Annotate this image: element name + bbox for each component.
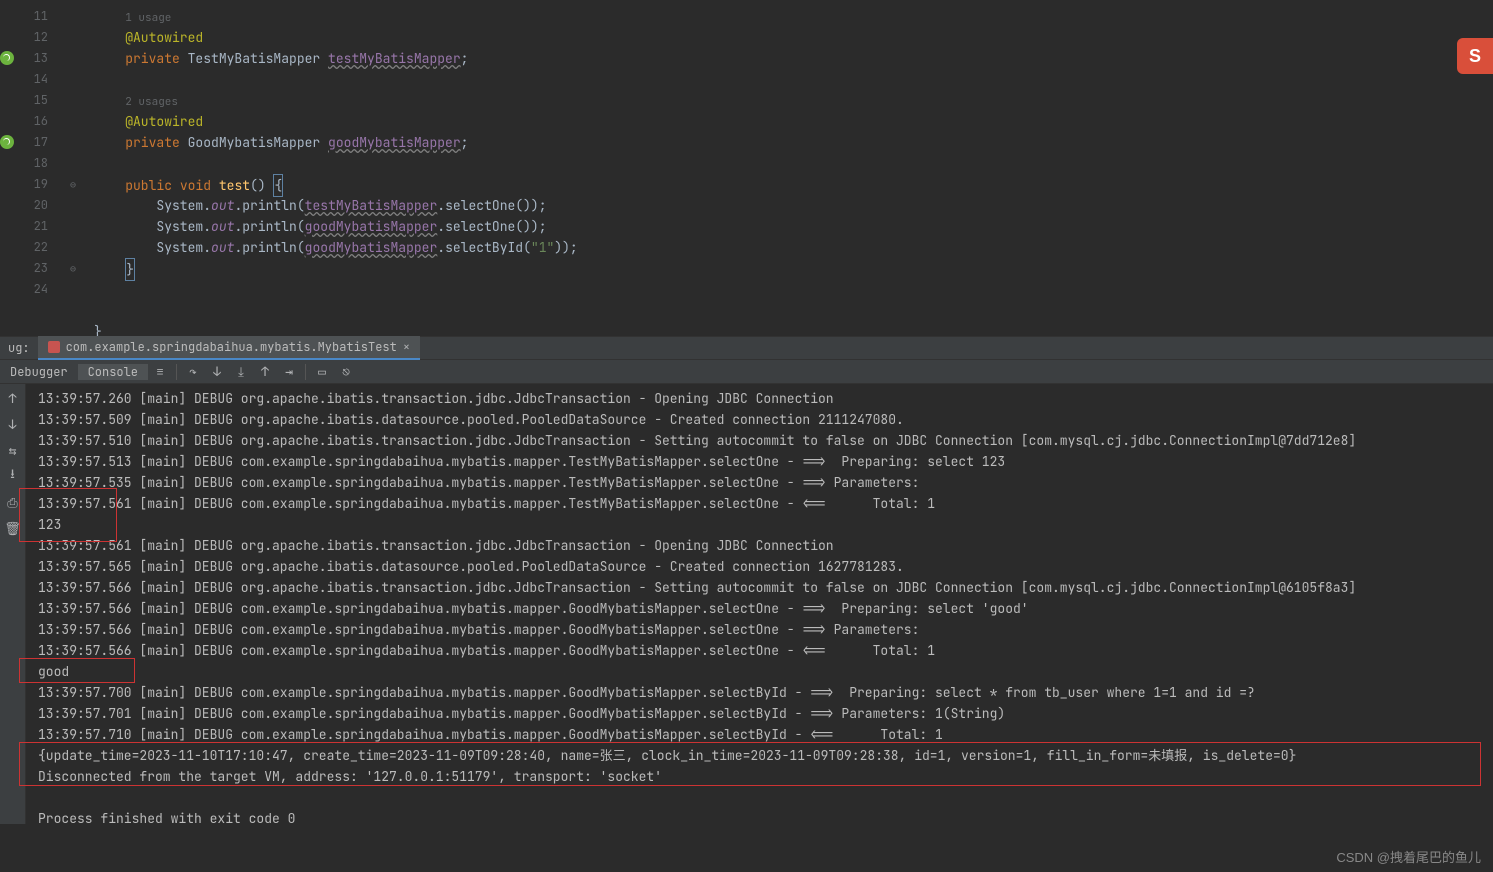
console-panel: ↑ ↓ ⇆ ⭳ ⎙ 🗑 13:39:57.260 [main] DEBUG or…: [0, 384, 1493, 824]
code-editor[interactable]: 1112131415161718192021222324 ⊖⊖ 1 usage …: [0, 0, 1493, 336]
threads-icon[interactable]: ≡: [152, 364, 168, 380]
csdn-badge-icon: S: [1457, 38, 1493, 74]
gutter-icons: [0, 0, 18, 336]
tab-debugger[interactable]: Debugger: [0, 364, 78, 380]
scroll-to-end-icon[interactable]: ⭳: [5, 468, 21, 484]
trace-icon[interactable]: ⎋: [338, 364, 354, 380]
fold-column[interactable]: ⊖⊖: [64, 0, 82, 336]
run-to-cursor-icon[interactable]: ⇥: [281, 364, 297, 380]
scroll-up-icon[interactable]: ↑: [5, 390, 21, 406]
force-step-into-icon[interactable]: ⤓: [233, 364, 249, 380]
print-icon[interactable]: ⎙: [5, 494, 21, 510]
spring-bean-icon[interactable]: [0, 135, 14, 149]
spring-bean-icon[interactable]: [0, 51, 14, 65]
tab-console[interactable]: Console: [78, 364, 148, 380]
debug-label: ug:: [0, 340, 38, 356]
line-numbers: 1112131415161718192021222324: [18, 0, 64, 336]
step-out-icon[interactable]: ↑: [257, 364, 273, 380]
scroll-down-icon[interactable]: ↓: [5, 416, 21, 432]
usage-hint: 1 usage: [125, 11, 171, 25]
clear-all-icon[interactable]: 🗑: [5, 520, 21, 536]
run-config-icon: [48, 341, 60, 353]
watermark: CSDN @拽着尾巴的鱼儿: [1336, 847, 1481, 866]
debug-toolbar: Debugger Console ≡ ↷ ↓ ⤓ ↑ ⇥ ▭ ⎋: [0, 360, 1493, 384]
close-icon[interactable]: ×: [403, 339, 410, 355]
soft-wrap-icon[interactable]: ⇆: [5, 442, 21, 458]
evaluate-icon[interactable]: ▭: [314, 364, 330, 380]
run-config-tab[interactable]: com.example.springdabaihua.mybatis.Mybat…: [38, 336, 420, 360]
usage-hint: 2 usages: [125, 95, 178, 109]
step-over-icon[interactable]: ↷: [185, 364, 201, 380]
step-into-icon[interactable]: ↓: [209, 364, 225, 380]
console-side-toolbar: ↑ ↓ ⇆ ⭳ ⎙ 🗑: [0, 384, 26, 824]
console-output[interactable]: 13:39:57.260 [main] DEBUG org.apache.iba…: [26, 384, 1493, 824]
code-area[interactable]: 1 usage @Autowired private TestMyBatisMa…: [82, 0, 1493, 336]
run-config-name: com.example.springdabaihua.mybatis.Mybat…: [66, 339, 397, 355]
